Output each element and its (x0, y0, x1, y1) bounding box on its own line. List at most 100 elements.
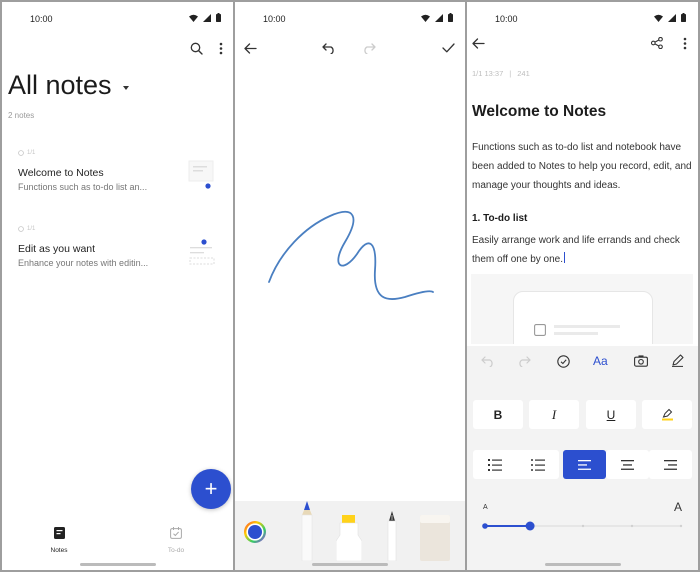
page-title[interactable]: All notes (8, 70, 112, 101)
ordered-list-button[interactable] (473, 450, 559, 479)
tab-notes-label: Notes (50, 547, 68, 554)
meta-separator: | (509, 69, 512, 78)
camera-icon[interactable] (634, 355, 648, 367)
note-meta: 1/1 (18, 150, 35, 156)
slider-knob[interactable] (525, 521, 535, 531)
note-preview: Enhance your notes with editin... (18, 258, 149, 268)
device-mockup (513, 291, 653, 344)
gesture-bar[interactable] (312, 563, 388, 566)
note-thumbnail-icon (189, 239, 215, 265)
back-arrow-icon[interactable] (472, 38, 485, 49)
gesture-bar[interactable] (79, 563, 156, 566)
wifi-icon (189, 14, 198, 22)
highlight-button[interactable] (642, 400, 692, 429)
share-icon[interactable] (651, 37, 663, 49)
redo-icon (519, 356, 531, 367)
underline-button[interactable]: U (586, 400, 636, 429)
handwriting-icon[interactable] (671, 354, 684, 367)
note-editor-screen: 10:00 1/1 13:37 | 241 Welcome to Notes F… (467, 2, 698, 570)
font-size-slider[interactable] (479, 520, 687, 532)
screenshot-collage: 10:00 All notes 2 notes 1/1 Welcome to N… (0, 0, 700, 572)
status-bar: 10:00 (467, 2, 698, 36)
gesture-bar[interactable] (544, 563, 621, 566)
text-cursor (564, 252, 565, 263)
undo-icon[interactable] (322, 43, 336, 54)
eraser-icon[interactable] (419, 515, 451, 561)
check-icon[interactable] (442, 43, 455, 53)
pencil-icon[interactable] (296, 501, 318, 561)
list-top-actions (190, 42, 223, 55)
note-preview: Functions such as to-do list an... (18, 182, 148, 192)
numbered-list-icon (487, 458, 502, 471)
tab-notes[interactable]: Notes (29, 526, 89, 554)
align-right-button[interactable] (649, 450, 692, 479)
signal-icon (435, 13, 443, 22)
note-title: Edit as you want (18, 243, 96, 255)
redo-icon (364, 43, 376, 54)
highlighter-icon[interactable] (336, 515, 362, 561)
more-options-icon[interactable] (219, 42, 223, 55)
color-picker-icon[interactable] (243, 520, 267, 544)
pen-stroke (268, 211, 434, 301)
notes-tab-icon (53, 527, 65, 539)
section-heading[interactable]: 1. To-do list (472, 213, 527, 224)
bulleted-list-item[interactable] (516, 450, 559, 479)
status-time: 10:00 (263, 14, 286, 24)
tab-todo-label: To-do (167, 547, 185, 554)
font-size-control: A A (467, 500, 698, 540)
clock-icon (18, 150, 24, 156)
back-arrow-icon[interactable] (244, 43, 257, 54)
checkbox-icon (534, 324, 546, 336)
align-center-icon (621, 459, 634, 470)
highlighter-icon (661, 408, 673, 421)
note-body[interactable]: Functions such as to-do list and noteboo… (472, 138, 694, 195)
chevron-down-icon[interactable] (123, 86, 129, 90)
note-meta: 1/1 13:37 | 241 (472, 69, 530, 78)
wifi-icon (421, 14, 430, 22)
font-size-large-label: A (674, 500, 683, 514)
status-bar: 10:00 (2, 2, 233, 36)
pen-toolbox (235, 501, 465, 570)
note-count: 2 notes (8, 111, 35, 120)
drawing-canvas[interactable] (235, 202, 465, 312)
bulleted-list-icon (530, 458, 545, 471)
todo-tab-icon (170, 527, 182, 539)
note-meta-text: 1/1 (27, 150, 36, 156)
note-meta-text: 1/1 (27, 226, 36, 232)
note-item[interactable]: 1/1 Welcome to Notes Functions such as t… (18, 150, 226, 202)
note-date: 1/1 13:37 (472, 69, 504, 78)
note-title[interactable]: Welcome to Notes (472, 103, 606, 121)
bold-button[interactable]: B (473, 400, 523, 429)
status-time: 10:00 (495, 14, 518, 24)
align-left-button[interactable] (563, 450, 606, 479)
status-icons (421, 13, 453, 22)
align-left-icon (578, 459, 591, 470)
checklist-icon[interactable] (557, 355, 570, 368)
note-word-count: 241 (517, 69, 530, 78)
note-title: Welcome to Notes (18, 167, 104, 179)
fountain-pen-icon[interactable] (384, 511, 400, 561)
slider-tick (679, 524, 683, 528)
signal-icon (668, 13, 676, 22)
note-item[interactable]: 1/1 Edit as you want Enhance your notes … (18, 226, 226, 278)
status-time: 10:00 (30, 14, 53, 24)
slider-tick (630, 524, 634, 528)
status-icons (654, 13, 686, 22)
align-center-button[interactable] (606, 450, 649, 479)
undo-icon (481, 356, 493, 367)
signal-icon (203, 13, 211, 22)
section-body[interactable]: Easily arrange work and life errands and… (472, 231, 694, 269)
search-icon[interactable] (190, 42, 203, 55)
text-style-button[interactable]: Aa (593, 354, 608, 368)
add-note-button[interactable]: + (191, 469, 231, 509)
notes-list-screen: 10:00 All notes 2 notes 1/1 Welcome to N… (2, 2, 233, 570)
battery-icon (216, 13, 221, 22)
slider-tick (581, 524, 585, 528)
italic-button[interactable]: I (529, 400, 579, 429)
numbered-list-item[interactable] (473, 450, 516, 479)
more-options-icon[interactable] (683, 37, 687, 50)
tab-todo[interactable]: To-do (146, 526, 206, 554)
section-body-text: Easily arrange work and life errands and… (472, 235, 680, 265)
drawing-toolbar (235, 40, 465, 60)
battery-icon (681, 13, 686, 22)
